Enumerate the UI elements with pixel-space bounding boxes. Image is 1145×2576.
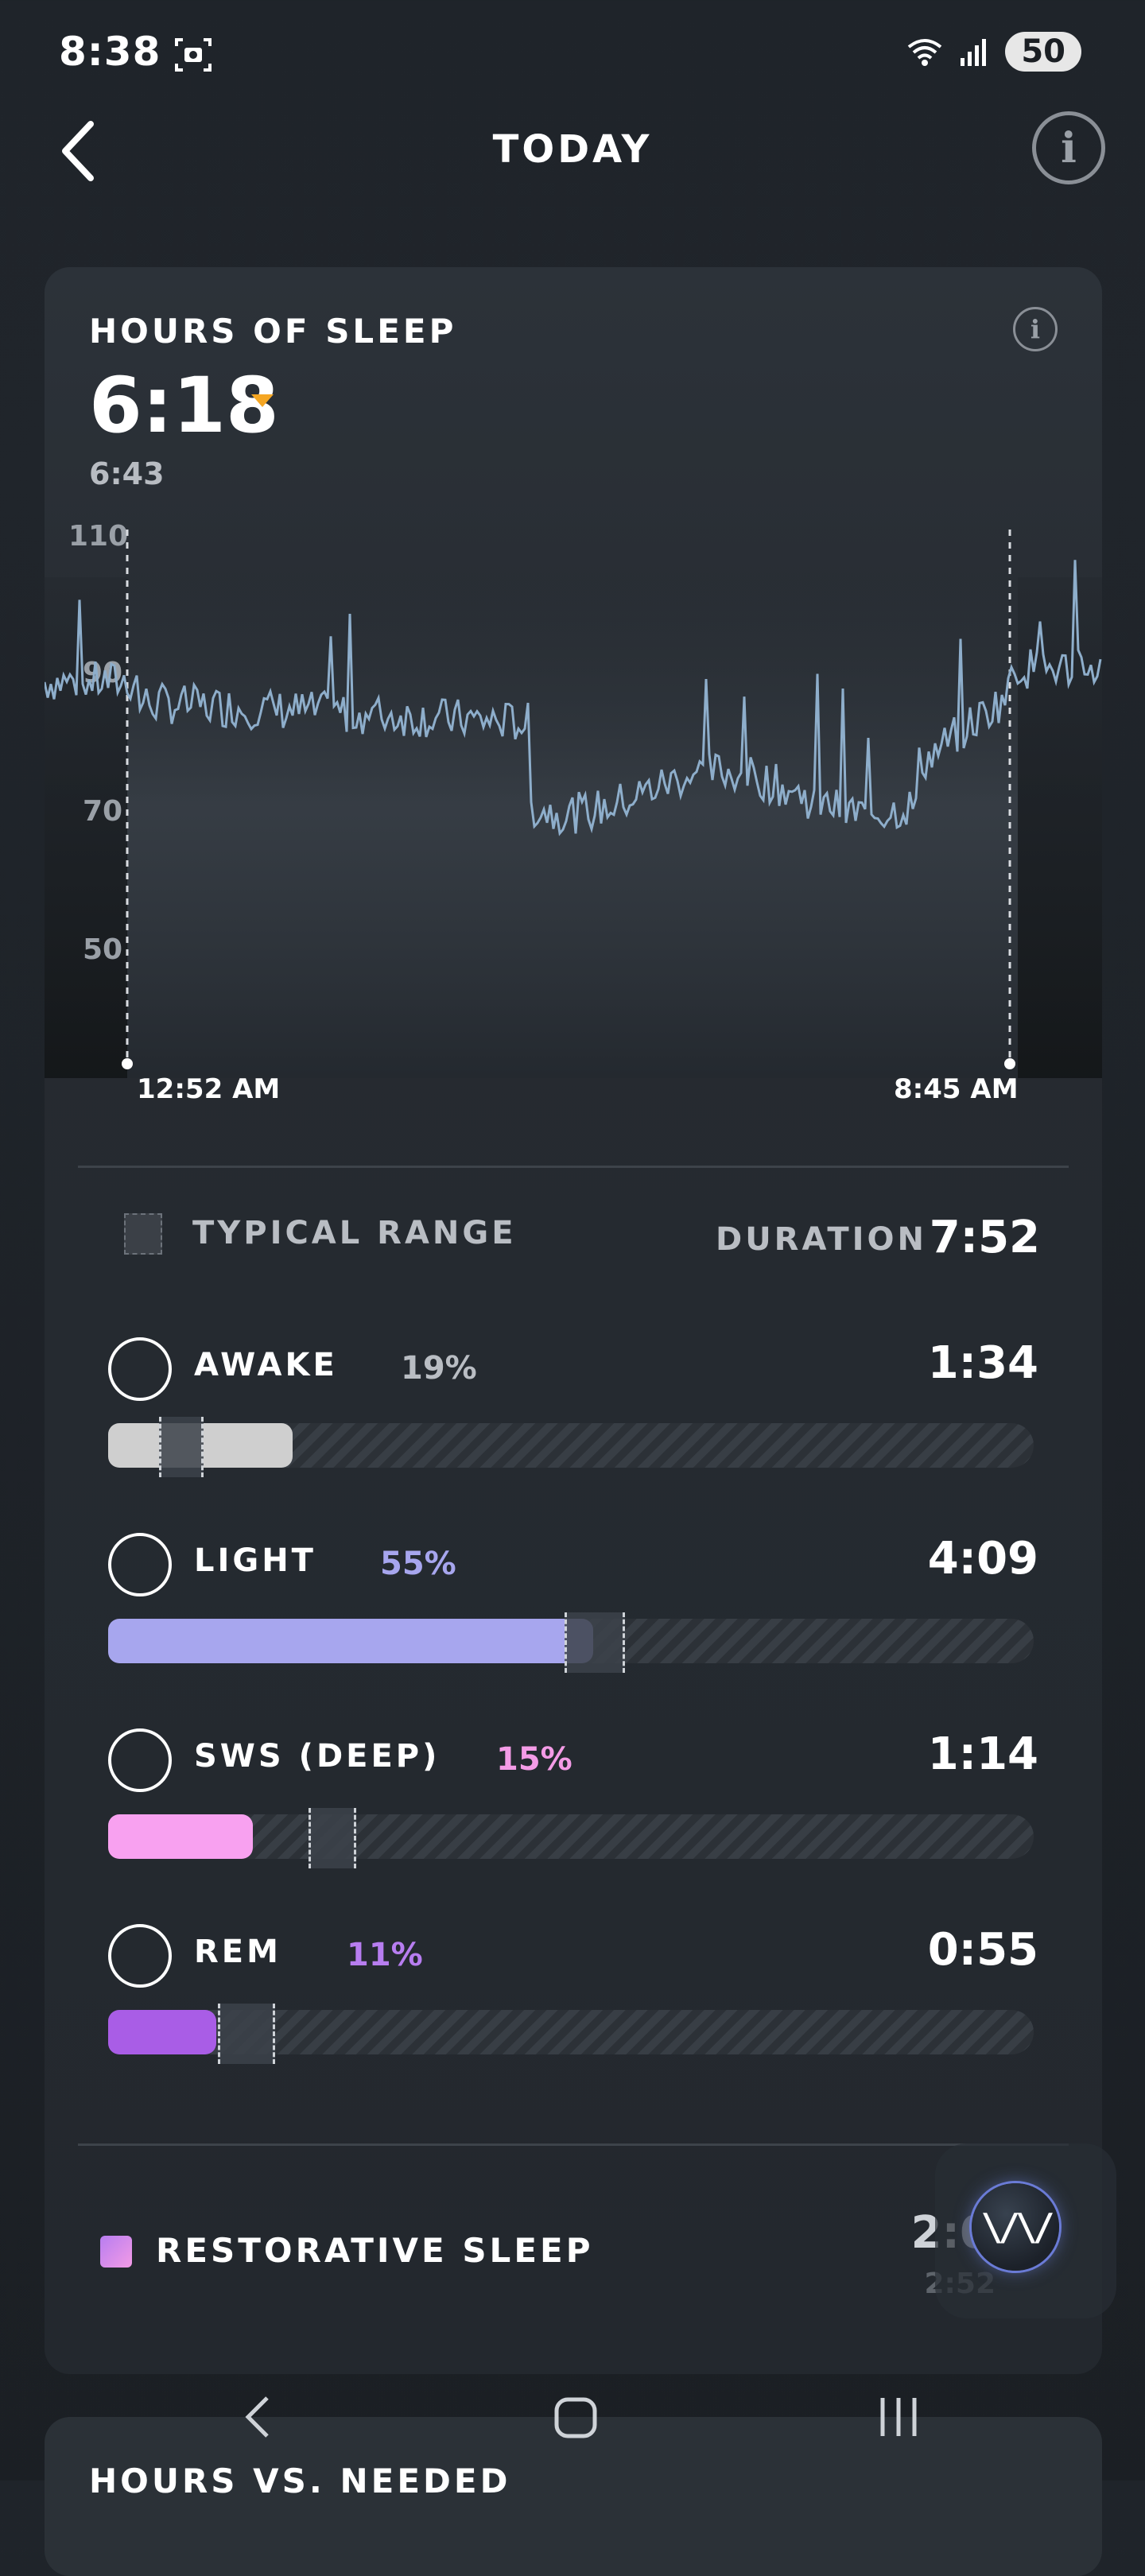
sleep-start-time: 12:52 AM [137,1073,281,1105]
y-tick: 50 [83,933,122,966]
typical-range-marker [159,1417,204,1477]
battery-indicator: 50 [1005,32,1081,72]
typical-range-marker [309,1808,356,1868]
info-button[interactable]: i [1032,111,1105,184]
typical-range-marker [565,1612,625,1673]
sleep-end-time: 8:45 AM [894,1073,1019,1105]
stage-time: 1:34 [927,1337,1038,1389]
restorative-sleep-icon [100,2236,132,2268]
y-tick: 110 [68,520,128,553]
start-dot [122,1058,133,1069]
system-navigation-bar [0,2377,1145,2449]
duration-label: DURATION [716,1221,927,1258]
stage-toggle[interactable] [108,1533,172,1596]
typical-range-label: TYPICAL RANGE [192,1215,517,1251]
nav-home-icon[interactable] [552,2393,600,2441]
typical-range-icon [124,1213,162,1255]
stage-name: SWS (DEEP) [194,1738,441,1775]
stage-light[interactable]: LIGHT 55% 4:09 [108,1533,1038,1692]
stage-toggle[interactable] [108,1924,172,1988]
status-time: 8:38 [59,29,161,75]
whoop-logo-icon: \/\/ [980,2206,1055,2248]
trend-down-icon [251,394,274,407]
stage-bar [108,1619,593,1663]
stage-name: REM [194,1934,281,1970]
info-icon: i [1030,314,1041,344]
stage-awake[interactable]: AWAKE 19% 1:34 [108,1337,1038,1496]
status-icons: 50 [905,32,1081,72]
stage-toggle[interactable] [108,1337,172,1401]
wifi-icon [908,39,942,66]
divider [78,2143,1069,2146]
divider [78,1166,1069,1168]
stage-toggle[interactable] [108,1728,172,1792]
stage-deep[interactable]: SWS (DEEP) 15% 1:14 [108,1728,1038,1887]
info-icon: i [1061,123,1077,173]
stage-percent: 11% [347,1937,423,1973]
stage-rem[interactable]: REM 11% 0:55 [108,1924,1038,2083]
card-title: HOURS VS. NEEDED [89,2462,511,2500]
typical-range-marker [218,2004,275,2064]
stage-percent: 15% [496,1741,572,1778]
stage-bar [108,1814,253,1859]
screenshot-icon [173,35,213,78]
y-tick: 70 [83,795,122,828]
hours-value: 6:18 [89,361,279,450]
awake-area-left [45,577,127,1078]
stage-name: LIGHT [194,1542,316,1579]
stage-time: 0:55 [927,1924,1038,1976]
nav-recents-icon[interactable] [875,2393,922,2441]
previous-value: 6:43 [89,456,165,491]
stage-time: 4:09 [927,1533,1038,1585]
end-dot [1004,1058,1015,1069]
restorative-sleep-label: RESTORATIVE SLEEP [156,2231,594,2270]
stage-percent: 19% [401,1350,477,1387]
heart-rate-chart[interactable]: 110 90 70 50 [45,506,1102,1078]
nav-back-icon[interactable] [239,2393,278,2441]
hours-of-sleep-card[interactable]: HOURS OF SLEEP i 6:18 6:43 110 90 70 50 [45,267,1102,2374]
whoop-coach-button[interactable]: \/\/ [972,2183,1059,2271]
stage-percent: 55% [380,1546,456,1582]
signal-icon [961,39,987,66]
stage-bar [108,2010,216,2054]
stage-time: 1:14 [927,1728,1038,1780]
card-info-button[interactable]: i [1013,307,1058,351]
page-title: TODAY [492,127,653,172]
duration-value: 7:52 [929,1212,1040,1263]
card-title: HOURS OF SLEEP [89,312,457,351]
stage-name: AWAKE [194,1347,338,1383]
